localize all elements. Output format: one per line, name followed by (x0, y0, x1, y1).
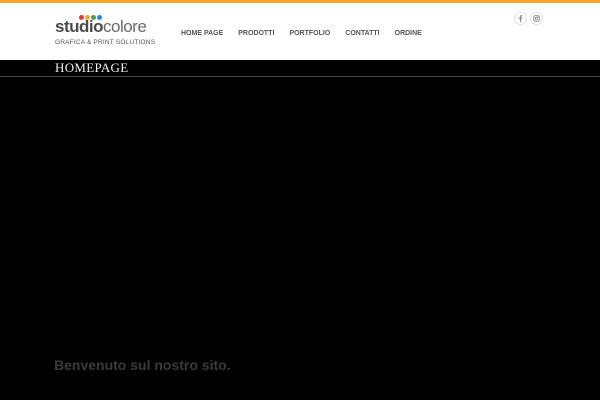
page-title-bar: HOMEPAGE (0, 60, 600, 77)
site-logo[interactable]: studiocolore GRAFICA & PRINT SOLUTIONS (55, 13, 165, 49)
instagram-icon (533, 15, 540, 22)
logo-word-bold: studio (55, 17, 104, 36)
logo-wordmark: studiocolore (55, 17, 147, 36)
nav-item-prodotti[interactable]: PRODOTTI (238, 29, 274, 39)
nav-item-home-page[interactable]: HOME PAGE (181, 29, 223, 39)
page: studiocolore GRAFICA & PRINT SOLUTIONS H… (0, 0, 600, 400)
instagram-link[interactable] (530, 12, 543, 25)
logo-word-light: colore (103, 17, 147, 36)
nav-item-contatti[interactable]: CONTATTI (345, 29, 379, 39)
facebook-icon (518, 15, 523, 22)
facebook-link[interactable] (514, 12, 527, 25)
hero-section: Benvenuto sul nostro sito. (0, 77, 600, 400)
nav-item-portfolio[interactable]: PORTFOLIO (289, 29, 330, 39)
page-title: HOMEPAGE (55, 60, 129, 75)
main-nav: HOME PAGE PRODOTTI PORTFOLIO CONTATTI OR… (174, 27, 437, 41)
nav-item-ordine[interactable]: ORDINE (395, 29, 422, 39)
logo-tagline: GRAFICA & PRINT SOLUTIONS (55, 39, 156, 46)
welcome-text: Benvenuto sul nostro sito. (54, 357, 231, 373)
site-header: studiocolore GRAFICA & PRINT SOLUTIONS H… (0, 3, 600, 60)
social-links (514, 12, 546, 25)
